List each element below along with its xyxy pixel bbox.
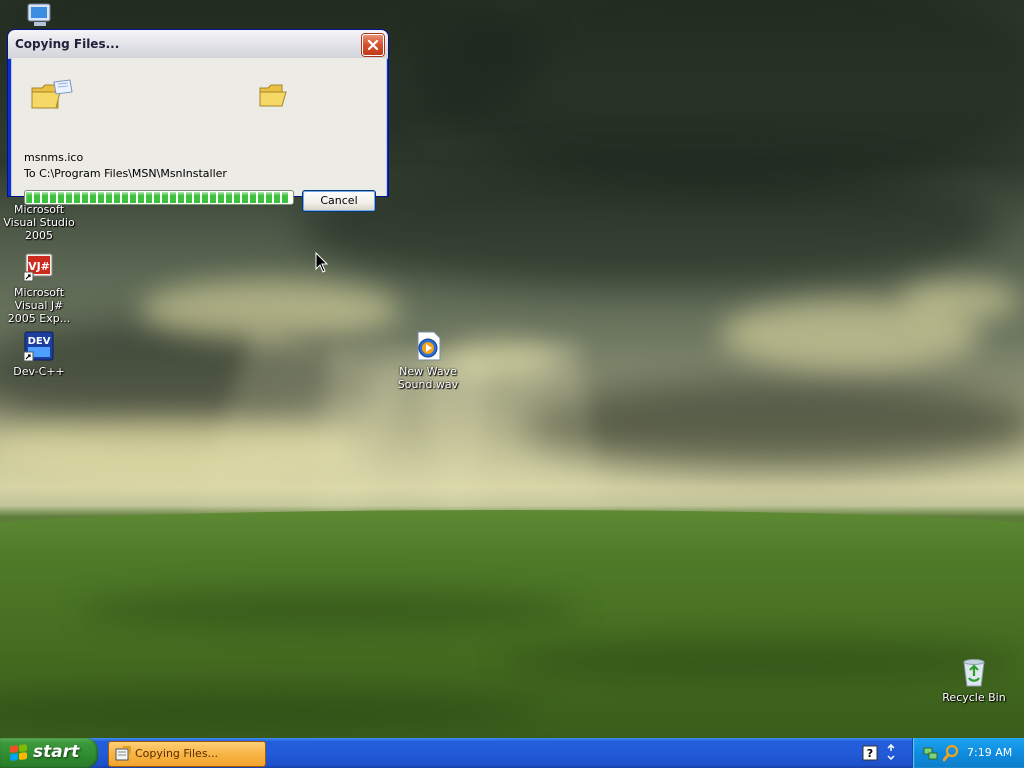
icon-label: Recycle Bin: [942, 691, 1006, 704]
folder-icon: [258, 82, 288, 113]
svg-text:VJ#: VJ#: [28, 260, 50, 273]
dialog-title: Copying Files...: [15, 37, 120, 51]
wav-file-icon: [412, 330, 444, 362]
copy-task-icon: [115, 746, 131, 765]
desktop-icon-wav-file[interactable]: New Wave Sound.wav: [388, 330, 468, 391]
taskbar-button-copying-files[interactable]: Copying Files...: [108, 741, 266, 767]
file-name: msnms.ico: [24, 151, 84, 164]
dialog-body: msnms.ico To C:\Program Files\MSN\MsnIns…: [11, 58, 387, 212]
clock[interactable]: 7:19 AM: [967, 746, 1012, 759]
icon-label: Dev-C++: [13, 365, 65, 378]
progress-fill: [26, 192, 290, 203]
network-icon[interactable]: [923, 745, 939, 764]
task-label: Copying Files...: [135, 747, 219, 760]
start-label: start: [33, 742, 80, 762]
system-tray: 7:19 AM: [912, 738, 1024, 768]
svg-text:DEV: DEV: [28, 336, 51, 347]
desktop-icon-vjsharp[interactable]: VJ# Microsoft Visual J# 2005 Exp...: [0, 251, 79, 325]
desktop-icon-recycle-bin[interactable]: Recycle Bin: [934, 656, 1014, 704]
svg-text:?: ?: [867, 747, 873, 760]
language-bar-arrow-icon[interactable]: [886, 743, 896, 765]
vjsharp-icon: VJ#: [23, 251, 55, 283]
icon-label: Microsoft Visual Studio 2005: [3, 203, 75, 242]
my-computer-icon[interactable]: [24, 2, 56, 30]
source-folder-icon: [30, 78, 74, 115]
cancel-button[interactable]: Cancel: [302, 190, 376, 212]
mouse-cursor-icon: [315, 251, 329, 277]
icon-label: New Wave Sound.wav: [397, 365, 459, 391]
icon-label: Microsoft Visual J# 2005 Exp...: [7, 286, 71, 325]
help-icon[interactable]: ?: [862, 745, 878, 764]
close-button[interactable]: [362, 34, 384, 56]
close-icon: [367, 39, 379, 51]
copying-files-dialog: Copying Files... msnms.ico To C:\Program…: [8, 30, 388, 212]
copy-progress-bar: [24, 190, 294, 205]
desktop-icon-devcpp[interactable]: DEV Dev-C++: [0, 330, 79, 378]
taskbar: start Copying Files... ? 7:19 AM: [0, 738, 1024, 768]
dialog-titlebar[interactable]: Copying Files...: [8, 30, 388, 59]
search-icon[interactable]: [942, 744, 959, 765]
destination-path: To C:\Program Files\MSN\MsnInstaller: [24, 167, 227, 180]
start-button[interactable]: start: [0, 738, 98, 768]
windows-logo-icon: [10, 744, 28, 762]
recycle-bin-icon: [958, 656, 990, 688]
devcpp-icon: DEV: [23, 330, 55, 362]
